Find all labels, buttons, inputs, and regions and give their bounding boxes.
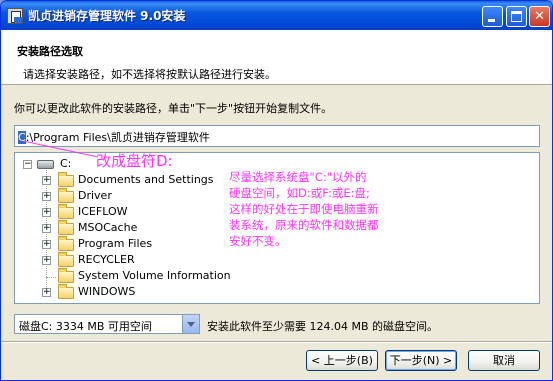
folder-icon bbox=[58, 188, 74, 203]
annotation-change-drive: 改成盘符D: bbox=[96, 152, 173, 170]
tree-item-label: ICEFLOW bbox=[78, 205, 128, 218]
expand-expander[interactable]: + bbox=[42, 240, 51, 249]
annotation-note-line: 这样的好处在于即使电脑重新 bbox=[229, 202, 379, 216]
expand-expander[interactable]: + bbox=[42, 256, 51, 265]
minimize-button[interactable] bbox=[482, 6, 503, 27]
tree-item-label: WINDOWS bbox=[78, 285, 136, 298]
tree-item-label: System Volume Information bbox=[78, 269, 231, 282]
next-button[interactable]: 下一步(N) > bbox=[385, 350, 457, 371]
expand-expander[interactable]: + bbox=[42, 208, 51, 217]
annotation-pointer-line bbox=[23, 141, 99, 158]
folder-icon bbox=[58, 268, 74, 283]
space-required-text: 安装此软件至少需要 124.04 MB 的磁盘空间。 bbox=[207, 320, 439, 333]
annotation-note-line: 装系统，原来的软件和数据都 bbox=[229, 218, 379, 232]
maximize-button[interactable] bbox=[506, 6, 527, 27]
tree-item[interactable]: + MSOCache bbox=[15, 220, 215, 236]
tree-item[interactable]: + Documents and Settings bbox=[15, 172, 215, 188]
tree-item[interactable]: + WINDOWS bbox=[15, 284, 215, 300]
expand-expander[interactable]: + bbox=[42, 288, 51, 297]
close-button[interactable]: ✕ bbox=[529, 6, 550, 27]
page-subtitle: 请选择安装路径，如不选择将按默认路径进行安装。 bbox=[23, 68, 276, 81]
folder-icon bbox=[58, 220, 74, 235]
header-panel: 安装路径选取 请选择安装路径，如不选择将按默认路径进行安装。 bbox=[1, 30, 552, 85]
folder-icon bbox=[58, 284, 74, 299]
tree-item-label: Program Files bbox=[78, 237, 153, 250]
title-bar[interactable]: 凯贞进销存管理软件 9.0安装 ✕ bbox=[1, 1, 552, 30]
tree-item-label: MSOCache bbox=[78, 221, 138, 234]
drive-icon bbox=[37, 160, 54, 169]
tree-item[interactable]: + Driver bbox=[15, 188, 215, 204]
maximize-icon bbox=[511, 11, 522, 22]
close-icon: ✕ bbox=[534, 9, 545, 24]
drive-select[interactable]: 磁盘C: 3334 MB 可用空间 bbox=[14, 314, 200, 334]
expand-expander[interactable]: + bbox=[42, 176, 51, 185]
annotation-note-line: 安好不变。 bbox=[229, 234, 287, 248]
tree-item-label: RECYCLER bbox=[78, 253, 135, 266]
cancel-button[interactable]: 取消 bbox=[468, 350, 540, 371]
tree-item[interactable]: + RECYCLER bbox=[15, 252, 215, 268]
minimize-icon bbox=[488, 19, 495, 22]
expand-expander[interactable]: + bbox=[42, 192, 51, 201]
back-button[interactable]: < 上一步(B) bbox=[306, 350, 378, 371]
drive-select-value: 磁盘C: 3334 MB 可用空间 bbox=[19, 320, 152, 333]
annotation-note: 尽量选择系统盘"C:"以外的 硬盘空间，如D:或F:或E:盘; 这样的好处在于即… bbox=[229, 169, 429, 249]
window-title: 凯贞进销存管理软件 9.0安装 bbox=[28, 9, 186, 23]
installer-app-icon bbox=[7, 8, 23, 24]
annotation-note-line: 尽量选择系统盘"C:"以外的 bbox=[229, 170, 367, 184]
expand-expander[interactable]: + bbox=[42, 224, 51, 233]
folder-icon bbox=[58, 172, 74, 187]
tree-item-label: Documents and Settings bbox=[78, 173, 214, 186]
instruction-text: 你可以更改此软件的安装路径，单击"下一步"按钮开始复制文件。 bbox=[14, 102, 333, 115]
annotation-note-line: 硬盘空间，如D:或F:或E:盘; bbox=[229, 186, 370, 200]
tree-item[interactable]: + ICEFLOW bbox=[15, 204, 215, 220]
installer-window: 凯贞进销存管理软件 9.0安装 ✕ 安装路径选取 请选择安装路径，如不选择将按默… bbox=[0, 0, 553, 381]
folder-icon bbox=[58, 236, 74, 251]
tree-item[interactable]: System Volume Information bbox=[15, 268, 235, 284]
tree-item[interactable]: + Program Files bbox=[15, 236, 215, 252]
folder-icon bbox=[58, 252, 74, 267]
folder-icon bbox=[58, 204, 74, 219]
divider bbox=[1, 341, 552, 343]
collapse-expander[interactable]: − bbox=[23, 160, 32, 169]
chevron-down-icon[interactable] bbox=[182, 315, 199, 333]
tree-item-label: Driver bbox=[78, 189, 112, 202]
page-title: 安装路径选取 bbox=[17, 45, 83, 58]
